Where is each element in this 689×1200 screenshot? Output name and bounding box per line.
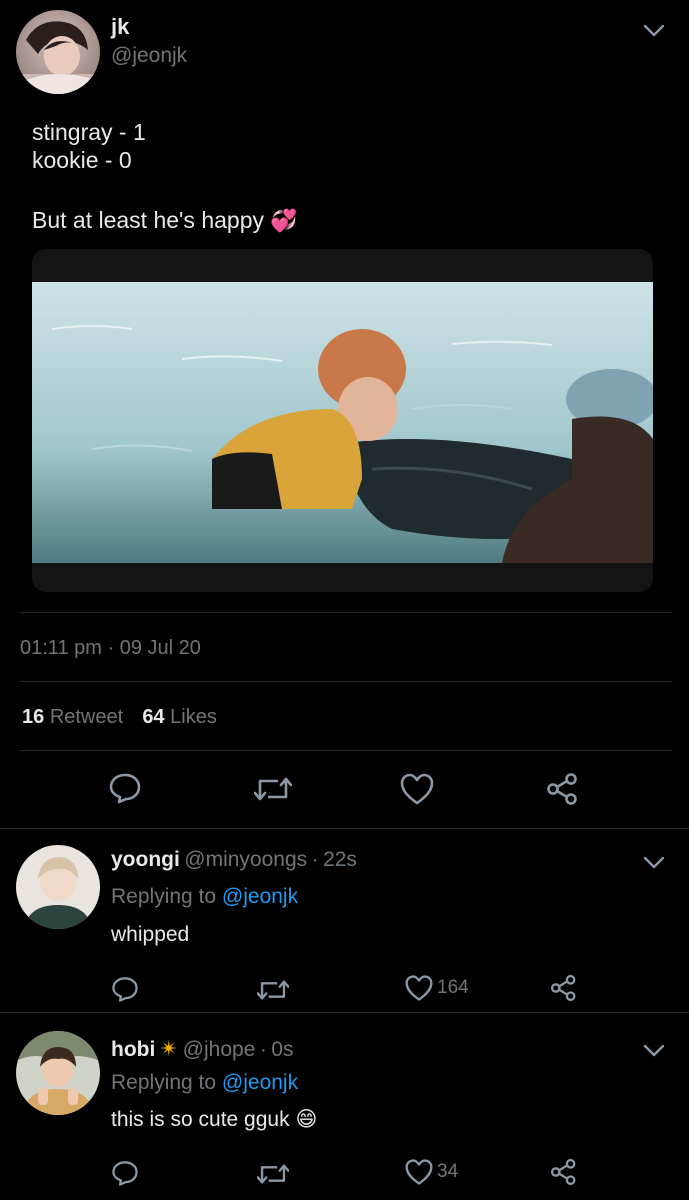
tweet-time: 01:11 pm	[20, 637, 102, 659]
retweet-count: 16	[22, 706, 45, 728]
retweet-stat[interactable]: 16 Retweet	[22, 706, 129, 728]
like-action[interactable]: 164	[404, 974, 469, 1002]
tweet-text-line-2: kookie - 0	[32, 147, 132, 173]
replying-label: Replying to	[111, 885, 217, 908]
share-icon[interactable]	[549, 1158, 579, 1186]
heart-icon	[404, 1158, 434, 1186]
share-icon[interactable]	[545, 772, 581, 806]
main-tweet: jk @jeonjk stingray - 1 kookie - 0 But a…	[0, 0, 689, 828]
reply-author-handle[interactable]: @jhope	[183, 1038, 256, 1061]
reply-header: yoongi @minyoongs · 22s	[111, 848, 357, 872]
like-stat[interactable]: 64 Likes	[142, 706, 217, 728]
reply-header: hobi ✴ @jhope · 0s	[111, 1036, 293, 1062]
like-action[interactable]: 34	[404, 1158, 458, 1186]
chevron-down-icon[interactable]	[641, 1041, 667, 1061]
reply-author-handle[interactable]: @minyoongs	[184, 848, 307, 871]
tweet-stats: 16 Retweet 64 Likes	[22, 706, 217, 729]
separator: ·	[259, 1038, 267, 1061]
like-count: 164	[437, 977, 469, 998]
chevron-down-icon[interactable]	[641, 21, 667, 41]
share-icon[interactable]	[549, 974, 579, 1002]
author-name[interactable]: jk	[111, 14, 129, 40]
author-handle[interactable]: @jeonjk	[111, 44, 187, 68]
replying-to: Replying to @jeonjk	[111, 1071, 298, 1095]
reply-text: whipped	[111, 923, 190, 946]
heart-icon[interactable]	[399, 772, 435, 806]
reply-author-name[interactable]: yoongi	[111, 848, 180, 871]
reply-text-line: this is so cute gguk 😄	[111, 1107, 317, 1132]
divider	[20, 681, 672, 682]
retweet-label: Retweet	[49, 706, 124, 728]
like-count: 34	[437, 1161, 459, 1182]
reply-icon[interactable]	[108, 771, 142, 805]
like-count: 64	[142, 706, 165, 728]
tweet-media[interactable]	[32, 249, 653, 592]
chevron-down-icon[interactable]	[641, 853, 667, 873]
reply-author-name[interactable]: hobi	[111, 1038, 155, 1061]
retweet-icon[interactable]	[257, 1161, 289, 1187]
hearts-emoji: 💞	[270, 208, 298, 233]
reply-text: this is so cute gguk	[111, 1108, 290, 1131]
reply-time[interactable]: 0s	[271, 1038, 293, 1061]
replying-to: Replying to @jeonjk	[111, 885, 298, 909]
tweet-text-line-3: But at least he's happy 💞	[32, 205, 298, 236]
reply-avatar[interactable]	[16, 845, 100, 929]
like-label: Likes	[170, 706, 217, 728]
retweet-icon[interactable]	[254, 774, 292, 804]
reply-tweet[interactable]: hobi ✴ @jhope · 0s Replying to @jeonjk t…	[0, 1013, 689, 1200]
reply-time[interactable]: 22s	[323, 848, 357, 871]
heart-icon	[404, 974, 434, 1002]
tweet-text: But at least he's happy	[32, 207, 264, 233]
grin-emoji: 😄	[295, 1108, 318, 1131]
author-avatar[interactable]	[16, 10, 100, 94]
separator: ·	[311, 848, 319, 871]
retweet-icon[interactable]	[257, 977, 289, 1003]
replying-label: Replying to	[111, 1071, 217, 1094]
replying-handle[interactable]: @jeonjk	[222, 1071, 298, 1094]
media-image	[32, 249, 653, 592]
tweet-timestamp[interactable]: 01:11 pm · 09 Jul 20	[20, 637, 201, 660]
reply-avatar[interactable]	[16, 1031, 100, 1115]
divider	[20, 750, 672, 751]
sparkle-badge-icon: ✴	[159, 1036, 179, 1061]
tweet-date: 09 Jul 20	[119, 637, 201, 659]
tweet-text-line-1: stingray - 1	[32, 119, 146, 145]
divider	[20, 612, 672, 613]
reply-tweet[interactable]: yoongi @minyoongs · 22s Replying to @jeo…	[0, 829, 689, 1012]
reply-icon[interactable]	[111, 975, 139, 1003]
separator: ·	[107, 637, 115, 659]
replying-handle[interactable]: @jeonjk	[222, 885, 298, 908]
reply-icon[interactable]	[111, 1159, 139, 1187]
